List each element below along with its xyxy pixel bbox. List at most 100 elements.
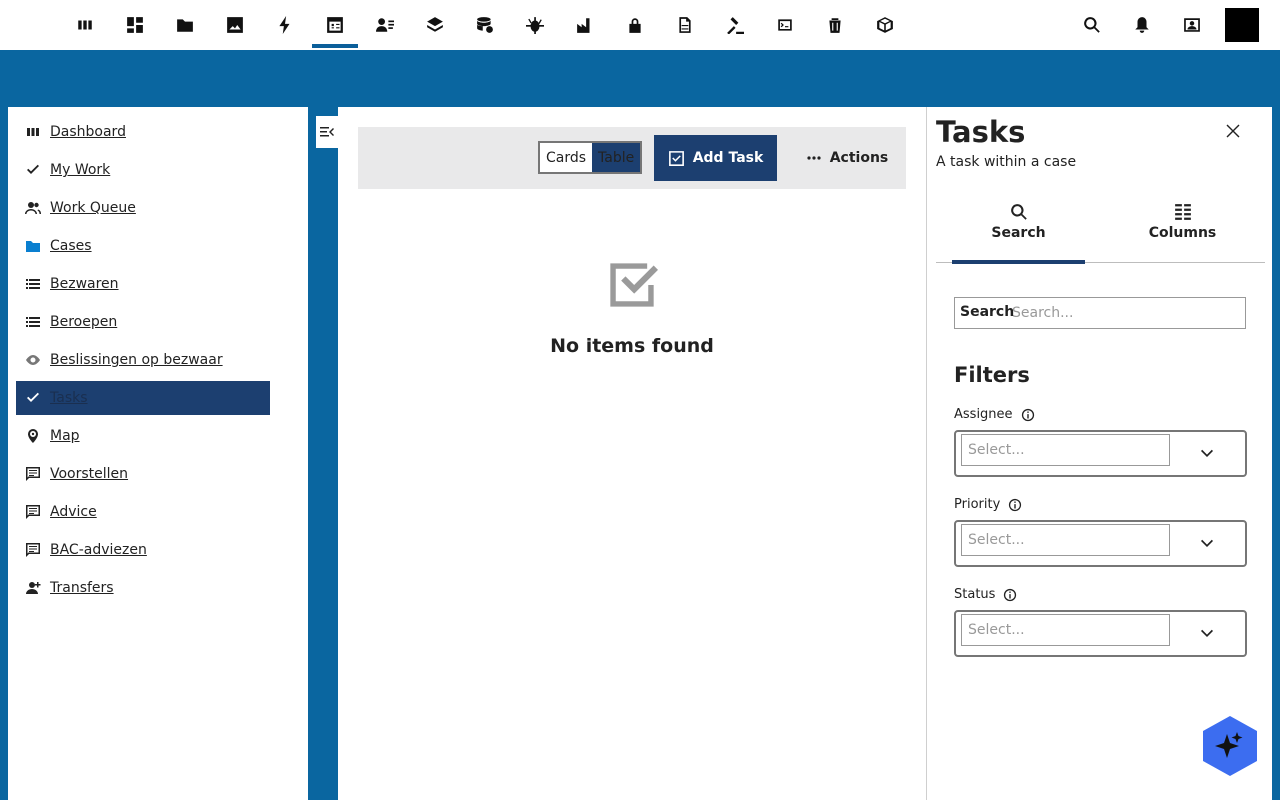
nav-item-beslissingen[interactable]: Beslissingen op bezwaar <box>16 343 270 377</box>
nav-item-cases[interactable]: Cases <box>16 229 270 263</box>
empty-state-message: No items found <box>550 335 714 357</box>
top-toolbar <box>0 0 1280 50</box>
document-icon[interactable] <box>662 0 708 50</box>
nav-item-bezwaren[interactable]: Bezwaren <box>16 267 270 301</box>
filter-label-text: Priority <box>954 497 1001 512</box>
avatar[interactable] <box>1225 8 1259 42</box>
box-icon[interactable] <box>862 0 908 50</box>
nav-item-transfers[interactable]: Transfers <box>16 571 270 605</box>
gavel-icon[interactable] <box>712 0 758 50</box>
dashboard-icon[interactable] <box>62 0 108 50</box>
panel-subtitle: A task within a case <box>936 154 1077 170</box>
search-field: Search <box>954 297 1246 329</box>
folder-icon[interactable] <box>162 0 208 50</box>
status-select-input[interactable]: Select... <box>961 614 1170 646</box>
tab-label: Columns <box>1148 225 1217 241</box>
check-icon <box>16 162 50 178</box>
view-cards-button[interactable]: Cards <box>540 143 593 172</box>
chevron-down-icon[interactable] <box>1199 626 1215 642</box>
table-icon[interactable] <box>312 0 358 50</box>
assignee-select[interactable]: Select... <box>954 430 1247 477</box>
checkbox-checked-icon <box>606 259 658 311</box>
filter-label-status: Status <box>954 587 1017 602</box>
code-icon[interactable] <box>762 0 808 50</box>
nav-item-map[interactable]: Map <box>16 419 270 453</box>
view-table-button[interactable]: Table <box>592 143 641 172</box>
tab-search[interactable]: Search <box>952 199 1085 264</box>
nav-item-work-queue[interactable]: Work Queue <box>16 191 270 225</box>
info-icon[interactable] <box>1008 498 1022 512</box>
filter-label-assignee: Assignee <box>954 407 1035 422</box>
status-select[interactable]: Select... <box>954 610 1247 657</box>
bug-icon[interactable] <box>512 0 558 50</box>
ai-assistant-button[interactable] <box>1203 716 1257 776</box>
nav-item-label: Voorstellen <box>50 466 129 482</box>
tab-label: Search <box>991 225 1046 241</box>
main-content: Cards Table Add Task Actions No items fo… <box>338 107 926 800</box>
tasks-panel: Tasks A task within a case Search Column… <box>926 107 1272 800</box>
bin-icon[interactable] <box>812 0 858 50</box>
columns-icon <box>1174 203 1192 221</box>
collapse-sidebar-button[interactable] <box>316 116 338 148</box>
people-icon <box>16 200 50 216</box>
nav-item-label: Transfers <box>50 580 114 596</box>
pin-icon <box>16 428 50 444</box>
filter-label-text: Status <box>954 587 996 602</box>
nav-item-label: Beroepen <box>50 314 118 330</box>
list-toolbar: Cards Table Add Task Actions <box>358 127 906 189</box>
nav-item-tasks[interactable]: Tasks <box>16 381 270 415</box>
nav-item-beroepen[interactable]: Beroepen <box>16 305 270 339</box>
tab-columns[interactable]: Columns <box>1116 199 1249 262</box>
dashboard-icon <box>16 124 50 140</box>
nav-item-label: Work Queue <box>50 200 136 216</box>
filter-label-text: Assignee <box>954 407 1013 422</box>
actions-button[interactable]: Actions <box>798 135 896 181</box>
contact-icon[interactable] <box>1169 0 1215 50</box>
collapse-icon <box>319 124 335 140</box>
close-panel-button[interactable] <box>1223 121 1243 141</box>
grid-icon[interactable] <box>112 0 158 50</box>
factory-icon[interactable] <box>562 0 608 50</box>
chevron-down-icon[interactable] <box>1199 536 1215 552</box>
info-icon[interactable] <box>1021 408 1035 422</box>
database-sync-icon[interactable] <box>462 0 508 50</box>
priority-select-input[interactable]: Select... <box>961 524 1170 556</box>
eye-icon <box>16 352 50 368</box>
add-task-label: Add Task <box>692 150 764 166</box>
filters-title: Filters <box>954 363 1030 387</box>
list-icon <box>16 314 50 330</box>
person-list-icon[interactable] <box>362 0 408 50</box>
comment-icon <box>16 466 50 482</box>
layers-icon[interactable] <box>412 0 458 50</box>
nav-item-label: Dashboard <box>50 124 126 140</box>
nav-item-my-work[interactable]: My Work <box>16 153 270 187</box>
panel-tabs: Search Columns <box>936 199 1265 264</box>
bell-icon[interactable] <box>1119 0 1165 50</box>
nav-item-label: BAC-adviezen <box>50 542 147 558</box>
search-icon[interactable] <box>1069 0 1115 50</box>
nav-item-advice[interactable]: Advice <box>16 495 270 529</box>
comment-icon <box>16 504 50 520</box>
image-icon[interactable] <box>212 0 258 50</box>
chevron-down-icon[interactable] <box>1199 446 1215 462</box>
add-task-button[interactable]: Add Task <box>654 135 777 181</box>
check-icon <box>16 390 50 406</box>
view-switcher: Cards Table <box>538 141 643 174</box>
nav-item-label: My Work <box>50 162 111 178</box>
nav-item-dashboard[interactable]: Dashboard <box>16 115 270 149</box>
filter-label-priority: Priority <box>954 497 1022 512</box>
actions-label: Actions <box>829 150 889 166</box>
list-icon <box>16 276 50 292</box>
person-add-icon <box>16 580 50 596</box>
nav-item-bac-adviezen[interactable]: BAC-adviezen <box>16 533 270 567</box>
search-icon <box>1010 203 1028 221</box>
assignee-select-input[interactable]: Select... <box>961 434 1170 466</box>
nav-item-label: Beslissingen op bezwaar <box>50 352 223 368</box>
lock-icon[interactable] <box>612 0 658 50</box>
priority-select[interactable]: Select... <box>954 520 1247 567</box>
bolt-icon[interactable] <box>262 0 308 50</box>
nav-item-label: Tasks <box>50 390 88 406</box>
more-icon <box>806 150 822 166</box>
info-icon[interactable] <box>1003 588 1017 602</box>
nav-item-voorstellen[interactable]: Voorstellen <box>16 457 270 491</box>
